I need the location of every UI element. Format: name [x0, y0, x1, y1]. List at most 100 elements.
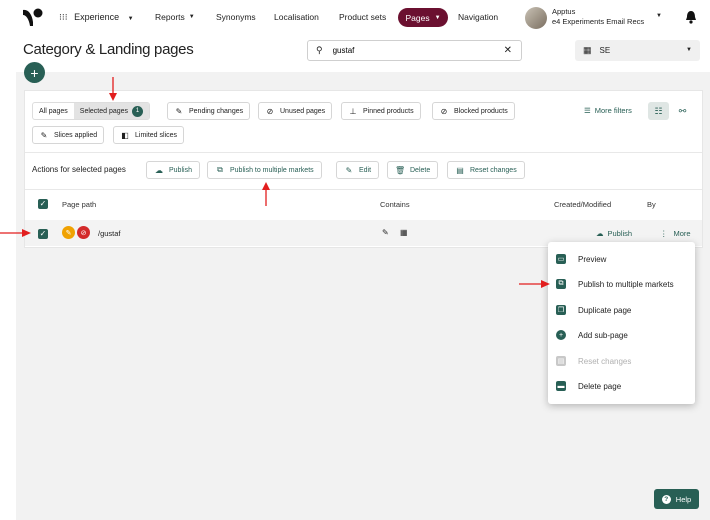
- menu-item-add-sub-page[interactable]: + Add sub-page: [556, 324, 628, 346]
- grid-icon: ⁝⁝⁝: [59, 12, 68, 22]
- filter-slices-applied[interactable]: ✎ Slices applied: [32, 126, 105, 144]
- chevron-down-icon: ▼: [434, 14, 441, 21]
- clear-icon[interactable]: ✕: [504, 45, 512, 56]
- logo-icon[interactable]: [22, 7, 44, 27]
- publish-multiple-markets-button[interactable]: ⧉ Publish to multiple markets: [207, 161, 322, 179]
- add-page-button[interactable]: +: [24, 62, 45, 83]
- list-view-button[interactable]: ☷: [648, 102, 669, 120]
- select-all-checkbox[interactable]: ✓: [38, 199, 48, 209]
- copy-icon: ❐: [556, 305, 566, 315]
- nav-reports-label: Reports: [155, 12, 185, 22]
- menu-label: Add sub-page: [578, 330, 628, 340]
- menu-label: Reset changes: [578, 356, 632, 366]
- nav-product-sets-label: Product sets: [339, 12, 387, 22]
- bell-icon[interactable]: [685, 10, 697, 24]
- multi-publish-icon: ⧉: [217, 165, 223, 174]
- reset-changes-button[interactable]: ▤ Reset changes: [447, 161, 525, 179]
- filter-label: Pinned products: [363, 107, 414, 115]
- tab-selected-pages-label: Selected pages: [79, 107, 129, 115]
- row-publish-button[interactable]: ☁ Publish: [596, 229, 632, 238]
- tab-all-pages[interactable]: All pages: [33, 103, 74, 119]
- tree-view-button[interactable]: ⚯: [672, 102, 693, 120]
- chevron-down-icon[interactable]: ▼: [656, 13, 662, 19]
- market-select[interactable]: ▦ SE ▼: [575, 40, 700, 61]
- page-title: Category & Landing pages: [23, 41, 194, 58]
- help-icon: ?: [661, 494, 671, 504]
- filter-pinned-products[interactable]: ⊥ Pinned products: [341, 102, 421, 120]
- filter-pending-changes[interactable]: ✎ Pending changes: [167, 102, 251, 120]
- delete-button[interactable]: 🗑 Delete: [387, 161, 439, 179]
- delete-label: Delete: [410, 166, 431, 174]
- preview-icon: ▭: [556, 254, 566, 264]
- reset-icon: ▤: [556, 356, 566, 366]
- more-filters-button[interactable]: ☰ More filters: [584, 106, 632, 115]
- column-page-path[interactable]: Page path: [62, 200, 96, 209]
- menu-label: Publish to multiple markets: [578, 279, 674, 289]
- pencil-icon: ✎: [345, 165, 353, 175]
- column-by[interactable]: By: [647, 200, 656, 209]
- unpublished-icon: ⊘: [77, 226, 90, 239]
- row-checkbox[interactable]: ✓: [38, 229, 48, 239]
- nav-synonyms[interactable]: Synonyms: [216, 12, 256, 22]
- help-label: Help: [675, 494, 692, 504]
- nav-localisation-label: Localisation: [274, 12, 319, 22]
- chevron-down-icon: ▼: [127, 16, 134, 22]
- user-account[interactable]: e4 Experiments Email Recs: [552, 17, 644, 26]
- filter-label: Unused pages: [280, 107, 326, 115]
- annotation-arrow-down: [109, 77, 117, 101]
- menu-item-publish-multiple-markets[interactable]: ⧉ Publish to multiple markets: [556, 273, 674, 295]
- search-box[interactable]: ⚲ ✕: [307, 40, 522, 61]
- chevron-down-icon: ▼: [686, 47, 692, 53]
- user-name[interactable]: Apptus: [552, 7, 575, 16]
- annotation-arrow-right: [519, 280, 550, 288]
- multi-publish-icon: ⧉: [556, 279, 566, 289]
- nav-reports[interactable]: Reports ▼: [155, 12, 195, 22]
- edit-label: Edit: [359, 166, 372, 174]
- divider: [25, 189, 702, 190]
- tree-icon: ⚯: [678, 105, 687, 116]
- edit-box-icon: ✎: [175, 106, 183, 116]
- help-button[interactable]: ? Help: [654, 489, 699, 509]
- trash-icon: ▬: [556, 381, 566, 391]
- nav-localisation[interactable]: Localisation: [274, 12, 319, 22]
- pin-icon: ⊥: [349, 106, 357, 116]
- menu-item-delete-page[interactable]: ▬ Delete page: [556, 375, 621, 397]
- nav-pages-label: Pages: [405, 12, 430, 23]
- row-more-button[interactable]: ⋮ More: [660, 229, 691, 238]
- avatar[interactable]: [525, 7, 547, 29]
- row-more-label: More: [673, 229, 691, 238]
- menu-item-preview[interactable]: ▭ Preview: [556, 248, 606, 270]
- filter-label: Limited slices: [135, 131, 178, 139]
- nav-synonyms-label: Synonyms: [216, 12, 256, 22]
- pencil-icon: ✎: [40, 130, 48, 140]
- page-scope-toggle: All pages Selected pages 1: [32, 102, 151, 120]
- search-input[interactable]: [332, 46, 483, 55]
- column-contains[interactable]: Contains: [380, 200, 410, 209]
- menu-label: Duplicate page: [578, 305, 632, 315]
- menu-item-reset-changes: ▤ Reset changes: [556, 350, 631, 372]
- filter-label: Slices applied: [54, 131, 98, 139]
- nav-navigation[interactable]: Navigation: [458, 12, 498, 22]
- apps-menu[interactable]: ⁝⁝⁝ Experience ▼: [59, 12, 134, 23]
- tab-selected-pages[interactable]: Selected pages 1: [73, 103, 150, 119]
- more-filters-label: More filters: [594, 106, 632, 115]
- menu-item-duplicate-page[interactable]: ❐ Duplicate page: [556, 299, 631, 321]
- basket-icon: ▦: [583, 45, 592, 55]
- filter-limited-slices[interactable]: ◧ Limited slices: [113, 126, 185, 144]
- nav-product-sets[interactable]: Product sets: [339, 12, 386, 22]
- publish-button[interactable]: ☁ Publish: [146, 161, 200, 179]
- page-path[interactable]: /gustaf: [98, 229, 121, 238]
- filter-blocked-products[interactable]: ⊘ Blocked products: [432, 102, 515, 120]
- apps-label: Experience: [74, 12, 120, 22]
- more-vertical-icon: ⋮: [660, 229, 668, 238]
- column-created-modified[interactable]: Created/Modified: [554, 200, 611, 209]
- filter-unused-pages[interactable]: ⊘ Unused pages: [258, 102, 333, 120]
- edit-button[interactable]: ✎ Edit: [336, 161, 380, 179]
- menu-label: Preview: [578, 254, 607, 264]
- nav-pages[interactable]: Pages ▼: [398, 8, 448, 27]
- slices-icon: ◧: [121, 130, 129, 140]
- annotation-arrow-up: [262, 182, 270, 206]
- reset-changes-label: Reset changes: [470, 166, 517, 174]
- check-icon: ✓: [39, 199, 47, 208]
- filter-icon: ☰: [584, 106, 591, 115]
